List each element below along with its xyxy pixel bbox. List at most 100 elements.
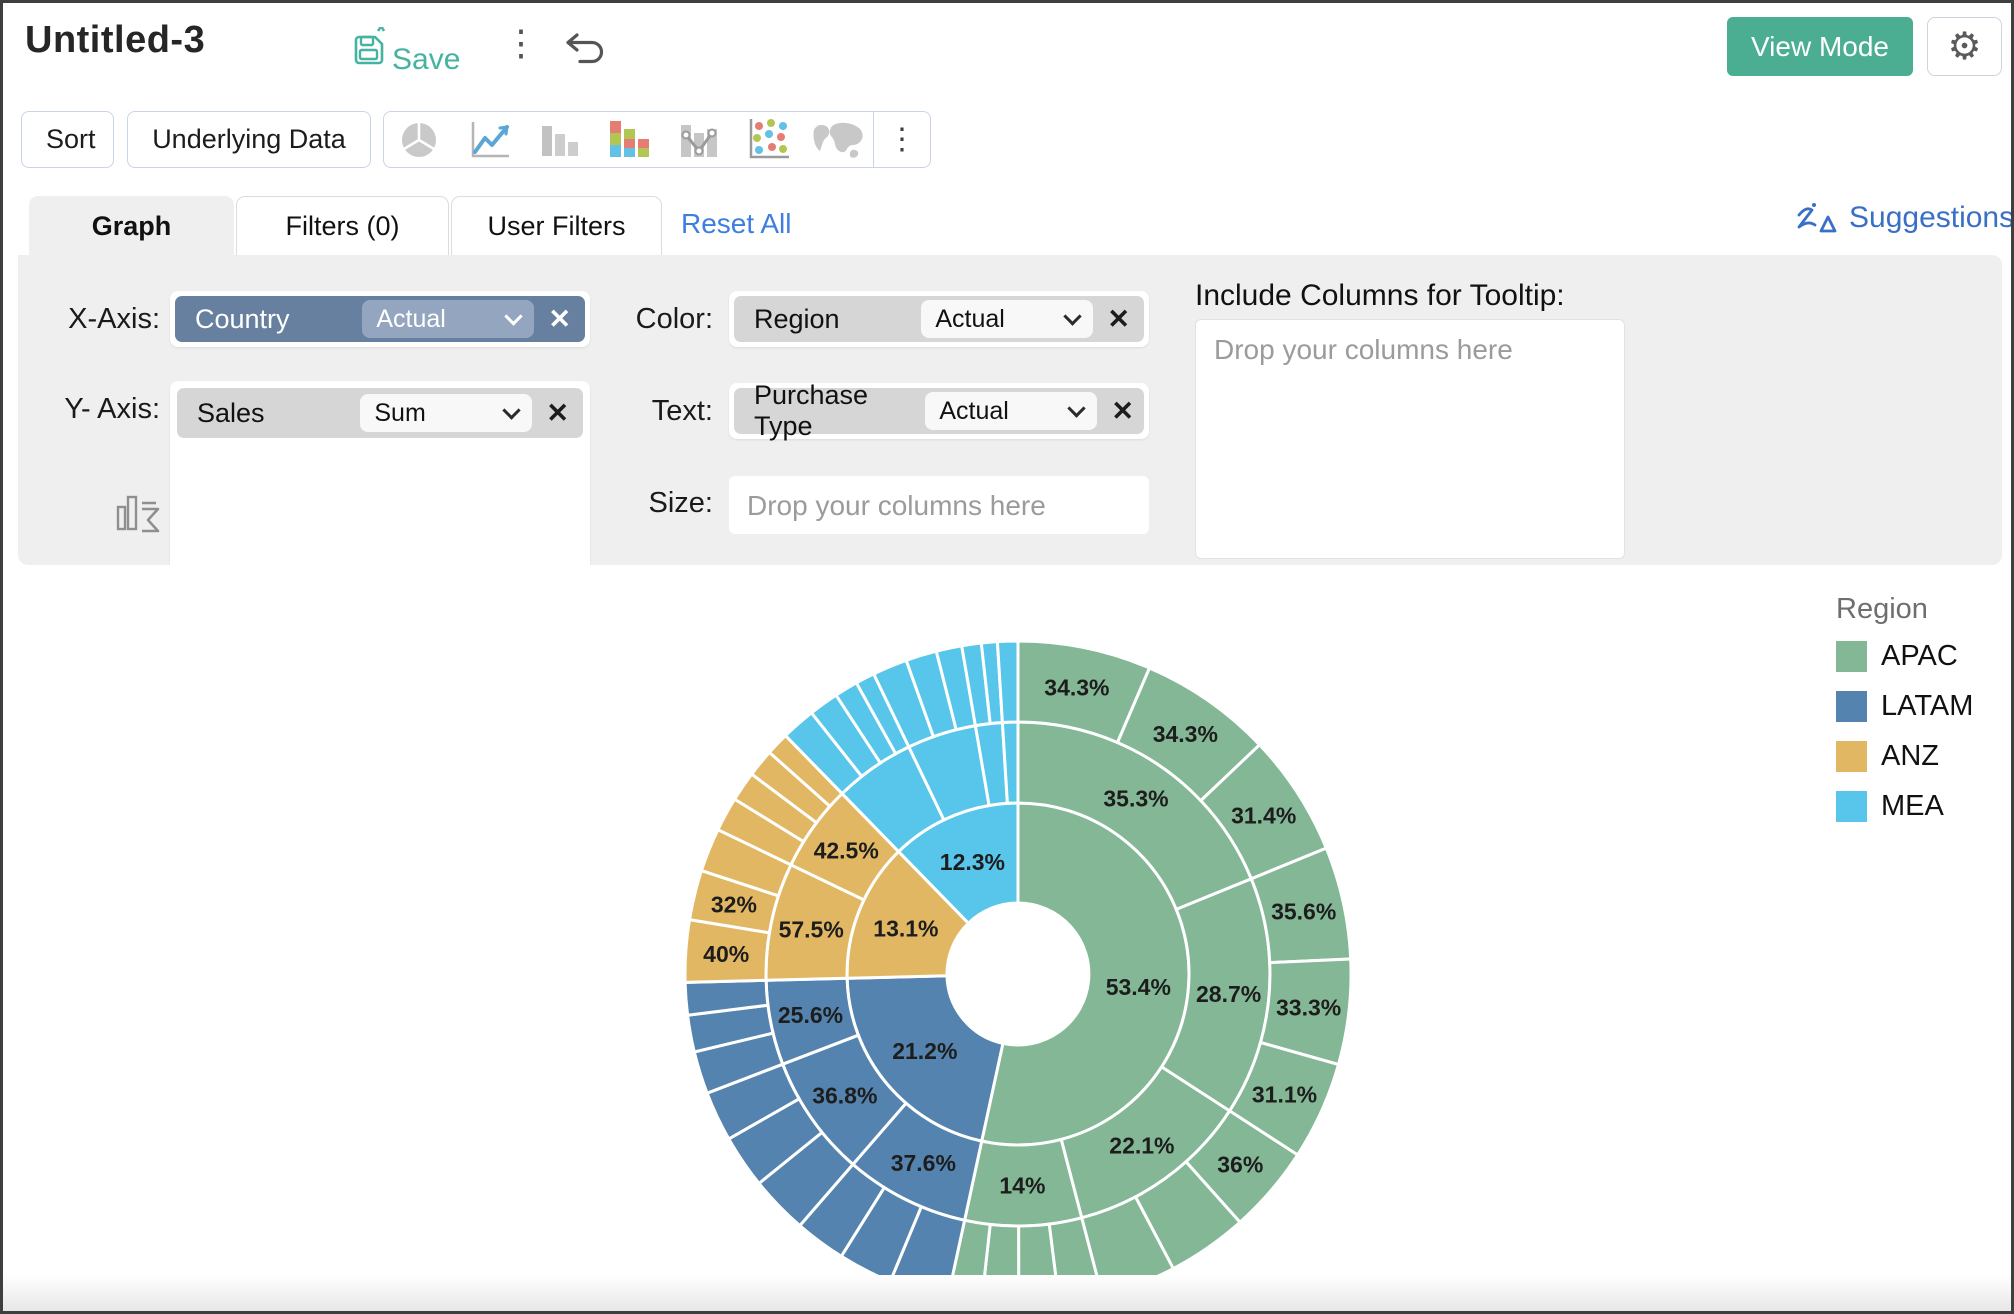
y-axis-field-name: Sales <box>197 398 360 429</box>
slice-label: 34.3% <box>1044 675 1109 701</box>
slice-label: 35.3% <box>1103 785 1168 811</box>
slice-label: 13.1% <box>873 915 938 941</box>
size-dropzone[interactable]: Drop your columns here <box>729 476 1149 534</box>
slice-label: 32% <box>711 892 757 918</box>
slice-label: 53.4% <box>1106 974 1171 1000</box>
slice-label: 21.2% <box>892 1038 957 1064</box>
save-button[interactable]: * Save <box>350 27 460 77</box>
text-aggregate-value: Actual <box>939 397 1008 426</box>
slice-label: 37.6% <box>891 1150 956 1176</box>
y-axis-aggregate-select[interactable]: Sum <box>360 394 532 432</box>
y-axis-aggregate-value: Sum <box>374 399 425 428</box>
text-field-pill[interactable]: Purchase Type Actual ✕ <box>734 388 1144 434</box>
x-axis-field-pill[interactable]: Country Actual ✕ <box>175 296 585 342</box>
undo-icon <box>563 56 607 73</box>
text-aggregate-select[interactable]: Actual <box>925 392 1097 430</box>
tab-user-filters[interactable]: User Filters <box>451 196 662 256</box>
sunburst-segment[interactable] <box>997 641 1018 723</box>
page-title: Untitled-3 <box>25 19 205 62</box>
slice-label: 31.1% <box>1252 1082 1317 1108</box>
more-options-button[interactable]: ⋮ <box>503 25 539 61</box>
suggestions-label: Suggestions <box>1849 201 2014 235</box>
chart-types-more-button[interactable]: ⋮ <box>874 122 930 157</box>
chart-canvas: 53.4% 35.3% 34.3% 34.3% 31.4% 28.7% 35.6% 33.3%… <box>3 565 2011 1311</box>
slice-label: 35.6% <box>1271 898 1336 924</box>
slice-label: 36.8% <box>812 1082 877 1108</box>
slice-label: 22.1% <box>1109 1132 1174 1158</box>
gear-icon: ⚙ <box>1947 24 1981 69</box>
view-mode-button[interactable]: View Mode <box>1727 17 1913 76</box>
slice-label: 42.5% <box>814 838 879 864</box>
legend-item-apac[interactable]: APAC <box>1836 640 1973 673</box>
line-chart-icon[interactable] <box>454 112 524 167</box>
x-axis-remove-button[interactable]: ✕ <box>548 304 571 335</box>
world-map-icon[interactable] <box>803 112 873 167</box>
slice-label: 57.5% <box>779 917 844 943</box>
save-icon: * <box>350 27 390 77</box>
underlying-data-button[interactable]: Underlying Data <box>127 111 371 168</box>
legend-swatch <box>1836 791 1867 822</box>
text-dropzone[interactable]: Purchase Type Actual ✕ <box>729 383 1149 439</box>
svg-text:*: * <box>376 27 387 46</box>
tab-filters[interactable]: Filters (0) <box>236 196 449 256</box>
chart-config-panel: X-Axis: Country Actual ✕ Y- Axis: Sales … <box>18 255 2002 565</box>
color-label: Color: <box>593 303 713 336</box>
y-axis-dropzone[interactable]: Sales Sum ✕ <box>170 381 590 573</box>
zia-suggestions-link[interactable]: Suggestions ✦ <box>1793 201 2014 249</box>
tab-graph[interactable]: Graph <box>29 196 234 256</box>
y-axis-label: Y- Axis: <box>38 393 160 426</box>
slice-label: 34.3% <box>1153 721 1218 747</box>
settings-button[interactable]: ⚙ <box>1927 17 2002 76</box>
chevron-down-icon <box>1064 307 1082 325</box>
x-axis-aggregate-select[interactable]: Actual <box>362 300 534 338</box>
slice-label: 40% <box>703 941 749 967</box>
tooltip-columns-heading: Include Columns for Tooltip: <box>1195 279 1565 313</box>
legend-label: ANZ <box>1881 740 1939 773</box>
x-axis-field-name: Country <box>195 304 362 335</box>
color-aggregate-select[interactable]: Actual <box>921 300 1093 338</box>
bar-line-chart-icon[interactable] <box>663 112 733 167</box>
tooltip-dropzone[interactable]: Drop your columns here <box>1195 319 1625 559</box>
slice-label: 28.7% <box>1196 981 1261 1007</box>
sunburst-chart[interactable]: 53.4% 35.3% 34.3% 34.3% 31.4% 28.7% 35.6% 33.3%… <box>3 565 2011 1311</box>
color-field-pill[interactable]: Region Actual ✕ <box>734 296 1144 342</box>
legend-item-anz[interactable]: ANZ <box>1836 740 1973 773</box>
slice-label: 14% <box>999 1173 1045 1199</box>
reset-all-link[interactable]: Reset All <box>681 208 792 240</box>
pie-chart-icon[interactable] <box>384 112 454 167</box>
chevron-down-icon <box>505 307 523 325</box>
legend-title: Region <box>1836 593 1973 626</box>
text-remove-button[interactable]: ✕ <box>1111 396 1134 427</box>
zia-icon <box>1793 201 1841 249</box>
app-window: Untitled-3 * Save ⋮ View Mode ⚙ Sort Und… <box>0 0 2014 1314</box>
color-remove-button[interactable]: ✕ <box>1107 304 1130 335</box>
size-placeholder: Drop your columns here <box>747 490 1046 522</box>
save-label: Save <box>392 43 460 77</box>
slice-label: 31.4% <box>1231 802 1296 828</box>
slice-label: 25.6% <box>778 1002 843 1028</box>
tooltip-placeholder: Drop your columns here <box>1214 334 1513 366</box>
y-axis-remove-button[interactable]: ✕ <box>546 398 569 429</box>
color-aggregate-value: Actual <box>935 305 1004 334</box>
slice-label: 33.3% <box>1276 995 1341 1021</box>
color-dropzone[interactable]: Region Actual ✕ <box>729 291 1149 347</box>
slice-label: 12.3% <box>940 849 1005 875</box>
color-field-name: Region <box>754 304 921 335</box>
x-axis-label: X-Axis: <box>38 303 160 336</box>
chevron-down-icon <box>503 401 521 419</box>
legend-swatch <box>1836 741 1867 772</box>
y-axis-summary-icon <box>114 489 162 546</box>
legend-label: LATAM <box>1881 690 1973 723</box>
legend-label: APAC <box>1881 640 1958 673</box>
scatter-plot-icon[interactable] <box>733 112 803 167</box>
stacked-bar-chart-icon[interactable] <box>594 112 664 167</box>
bottom-fade <box>3 1275 2011 1311</box>
sort-button[interactable]: Sort <box>21 111 114 168</box>
x-axis-dropzone[interactable]: Country Actual ✕ <box>170 291 590 347</box>
y-axis-field-pill[interactable]: Sales Sum ✕ <box>177 388 583 438</box>
legend-item-latam[interactable]: LATAM <box>1836 690 1973 723</box>
undo-button[interactable] <box>563 29 607 74</box>
legend-item-mea[interactable]: MEA <box>1836 790 1973 823</box>
text-label: Text: <box>593 395 713 428</box>
bar-chart-icon[interactable] <box>524 112 594 167</box>
